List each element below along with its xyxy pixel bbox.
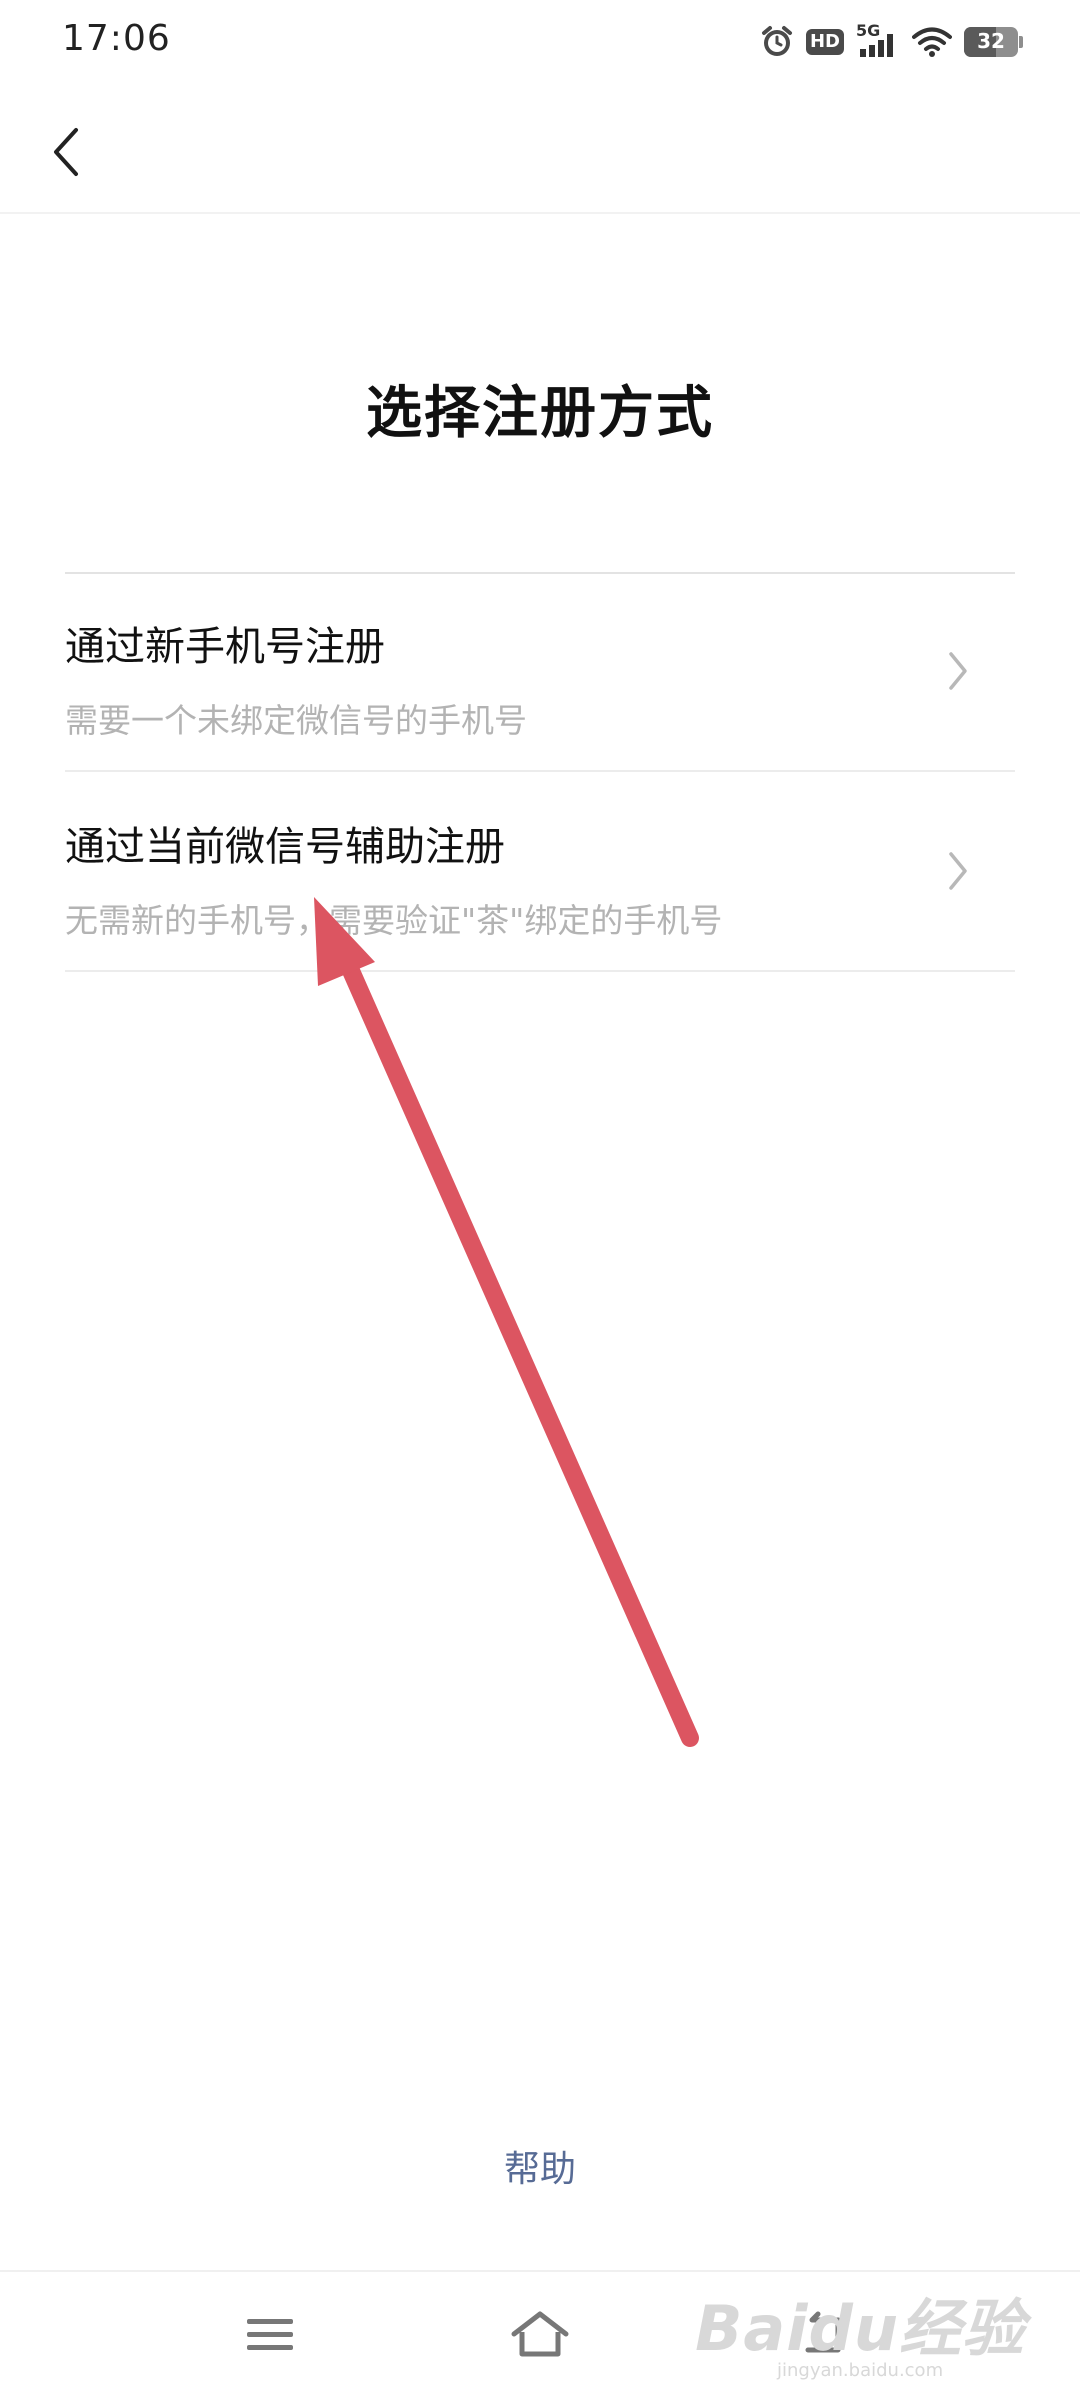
watermark: Baidu经验 jingyan.baidu.com — [695, 2278, 1025, 2381]
chevron-right-icon — [949, 852, 967, 890]
signal-icon: 5G — [856, 21, 900, 59]
option-title: 通过新手机号注册 — [65, 624, 385, 670]
option-description: 需要一个未绑定微信号的手机号 — [65, 701, 527, 740]
page-title: 选择注册方式 — [366, 381, 714, 446]
alarm-icon — [760, 25, 794, 59]
help-link[interactable]: 帮助 — [0, 2140, 1080, 2192]
option-title: 通过当前微信号辅助注册 — [65, 824, 505, 870]
option-wechat-assisted[interactable]: 通过当前微信号辅助注册 无需新的手机号，需要验证"茶"绑定的手机号 — [65, 774, 1015, 972]
chevron-left-icon — [54, 128, 78, 176]
status-icons: HD 5G 32 — [760, 21, 1023, 62]
status-bar: 17:06 HD 5G 32 — [0, 0, 1080, 86]
option-divider — [65, 970, 1015, 972]
home-button[interactable] — [490, 2300, 590, 2370]
option-divider — [65, 770, 1015, 772]
back-button[interactable] — [26, 112, 106, 192]
option-new-phone[interactable]: 通过新手机号注册 需要一个未绑定微信号的手机号 — [65, 574, 1015, 772]
arrow-shaft — [335, 946, 699, 1747]
hd-icon: HD — [805, 29, 844, 55]
menu-icon — [247, 2319, 293, 2350]
menu-button[interactable] — [220, 2300, 320, 2370]
home-icon — [511, 2311, 569, 2357]
option-description: 无需新的手机号，需要验证"茶"绑定的手机号 — [65, 901, 723, 940]
nav-divider — [0, 212, 1080, 214]
chevron-right-icon — [949, 652, 967, 690]
watermark-logo: Baidu经验 — [695, 2292, 1025, 2365]
system-nav-divider — [0, 2270, 1080, 2272]
annotation-arrow — [314, 897, 699, 1747]
battery-level: 32 — [977, 29, 1005, 53]
wifi-icon — [912, 26, 952, 58]
status-time: 17:06 — [62, 18, 171, 59]
battery-icon: 32 — [964, 27, 1023, 57]
